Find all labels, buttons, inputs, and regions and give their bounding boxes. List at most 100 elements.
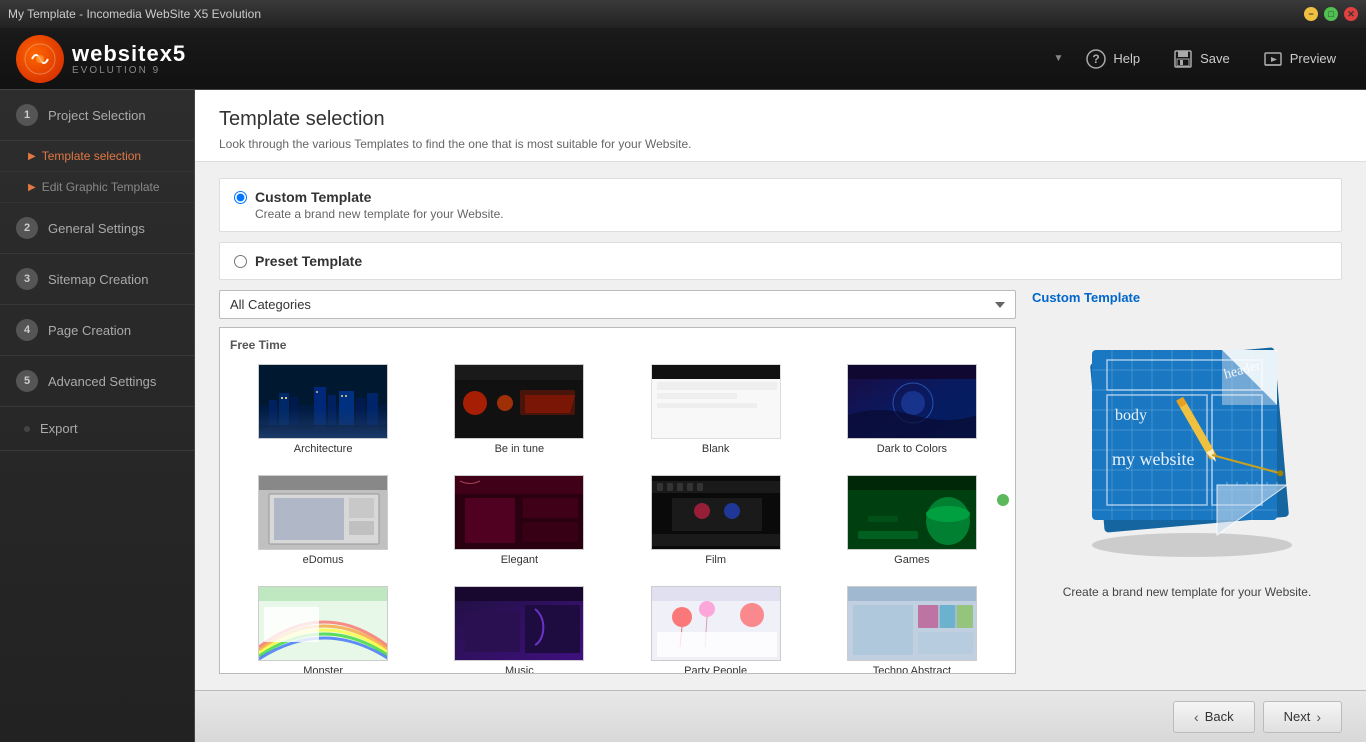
preview-button[interactable]: Preview	[1248, 42, 1350, 76]
step-number-1: 1	[16, 104, 38, 126]
svg-text:my website: my website	[1112, 449, 1195, 469]
svg-text:?: ?	[1093, 52, 1100, 66]
step-number-2: 2	[16, 217, 38, 239]
template-right-panel: Custom Template	[1032, 290, 1342, 674]
sidebar-label-sitemap-creation: Sitemap Creation	[48, 272, 148, 287]
custom-template-radio[interactable]	[234, 191, 247, 204]
template-thumb-technoAbstract	[847, 586, 977, 661]
template-item-beinTune[interactable]: Be in tune	[426, 360, 612, 459]
template-thumb-games	[847, 475, 977, 550]
template-area: All Categories Business Personal Free Ti…	[219, 290, 1342, 674]
help-label: Help	[1113, 51, 1140, 66]
template-item-blank[interactable]: Blank	[623, 360, 809, 459]
sidebar-label-template-selection: Template selection	[42, 149, 141, 163]
custom-template-text: Custom Template Create a brand new templ…	[255, 189, 504, 221]
back-button[interactable]: ‹ Back	[1173, 701, 1255, 733]
template-name-blank: Blank	[702, 443, 730, 455]
scroll-indicator	[997, 494, 1009, 506]
logo-icon	[16, 35, 64, 83]
sidebar-item-edit-graphic-template[interactable]: ▶ Edit Graphic Template	[0, 172, 194, 203]
step-number-4: 4	[16, 319, 38, 341]
save-button[interactable]: Save	[1158, 42, 1244, 76]
template-name-elegant: Elegant	[501, 554, 538, 566]
save-label: Save	[1200, 51, 1230, 66]
sidebar-item-sitemap-creation[interactable]: 3 Sitemap Creation	[0, 254, 194, 305]
preset-template-option[interactable]: Preset Template	[219, 242, 1342, 280]
next-label: Next	[1284, 709, 1311, 724]
svg-text:body: body	[1115, 407, 1147, 424]
preset-template-label: Preset Template	[255, 253, 362, 269]
back-label: Back	[1205, 709, 1234, 724]
template-thumb-architecture	[258, 364, 388, 439]
template-thumb-monster	[258, 586, 388, 661]
template-thumb-edomus	[258, 475, 388, 550]
sub-arrow-icon: ▶	[28, 151, 36, 162]
template-item-games[interactable]: Games	[819, 471, 1005, 570]
template-name-film: Film	[705, 554, 726, 566]
preview-image: header body my website	[1042, 315, 1332, 575]
template-name-darkColors: Dark to Colors	[877, 443, 947, 455]
category-select[interactable]: All Categories Business Personal	[219, 290, 1016, 319]
custom-template-option[interactable]: Custom Template Create a brand new templ…	[219, 178, 1342, 232]
sidebar-item-advanced-settings[interactable]: 5 Advanced Settings	[0, 356, 194, 407]
template-item-monster[interactable]: Monster	[230, 582, 416, 674]
maximize-button[interactable]: □	[1324, 7, 1338, 21]
template-item-elegant[interactable]: Elegant	[426, 471, 612, 570]
template-grid-wrapper[interactable]: Free Time	[219, 327, 1016, 674]
main-layout: 1 Project Selection ▶ Template selection…	[0, 90, 1366, 742]
toolbar: websitex5 EVOLUTION 9 ▼ ? Help	[0, 28, 1366, 90]
template-category-label: Free Time	[230, 338, 1005, 352]
sidebar-label-project-selection: Project Selection	[48, 108, 146, 123]
template-name-beinTune: Be in tune	[495, 443, 545, 455]
sub-arrow2-icon: ▶	[28, 182, 36, 193]
sidebar-item-general-settings[interactable]: 2 General Settings	[0, 203, 194, 254]
content-body: Custom Template Create a brand new templ…	[195, 162, 1366, 690]
preview-icon	[1262, 48, 1284, 70]
dropdown-arrow-icon[interactable]: ▼	[1053, 53, 1063, 64]
template-item-eDomus[interactable]: eDomus	[230, 471, 416, 570]
step-number-5: 5	[16, 370, 38, 392]
template-item-partyPeople[interactable]: Party People	[623, 582, 809, 674]
template-thumb-film	[651, 475, 781, 550]
template-thumb-elegant	[454, 475, 584, 550]
template-item-darkColors[interactable]: Dark to Colors	[819, 360, 1005, 459]
preview-label: Custom Template	[1032, 290, 1140, 305]
sidebar-item-project-selection[interactable]: 1 Project Selection	[0, 90, 194, 141]
preset-template-radio[interactable]	[234, 255, 247, 268]
template-item-technoAbstract[interactable]: Techno Abstract	[819, 582, 1005, 674]
content-header: Template selection Look through the vari…	[195, 90, 1366, 162]
sidebar-label-general-settings: General Settings	[48, 221, 145, 236]
template-name-architecture: Architecture	[294, 443, 353, 455]
template-thumb-partypeople	[651, 586, 781, 661]
template-name-technoAbstract: Techno Abstract	[873, 665, 951, 674]
custom-template-label: Custom Template	[255, 189, 504, 205]
sidebar-item-export[interactable]: Export	[0, 407, 194, 451]
template-item-film[interactable]: Film	[623, 471, 809, 570]
step-number-export	[24, 426, 30, 432]
sidebar: 1 Project Selection ▶ Template selection…	[0, 90, 195, 742]
sidebar-label-edit-graphic: Edit Graphic Template	[42, 180, 160, 194]
page-subtitle: Look through the various Templates to fi…	[219, 137, 1342, 151]
sidebar-item-page-creation[interactable]: 4 Page Creation	[0, 305, 194, 356]
next-arrow-icon: ›	[1316, 709, 1321, 725]
help-button[interactable]: ? Help	[1071, 42, 1154, 76]
back-arrow-icon: ‹	[1194, 709, 1199, 725]
save-icon	[1172, 48, 1194, 70]
template-item-music[interactable]: Music	[426, 582, 612, 674]
template-name-games: Games	[894, 554, 929, 566]
template-left-panel: All Categories Business Personal Free Ti…	[219, 290, 1016, 674]
step-number-3: 3	[16, 268, 38, 290]
next-button[interactable]: Next ›	[1263, 701, 1342, 733]
titlebar: My Template - Incomedia WebSite X5 Evolu…	[0, 0, 1366, 28]
minimize-button[interactable]: −	[1304, 7, 1318, 21]
close-button[interactable]: ✕	[1344, 7, 1358, 21]
preset-template-text: Preset Template	[255, 253, 362, 269]
logo-text-group: websitex5 EVOLUTION 9	[72, 41, 186, 76]
titlebar-controls: − □ ✕	[1304, 7, 1358, 21]
logo-text: websitex5	[72, 41, 186, 67]
template-name-partyPeople: Party People	[684, 665, 747, 674]
template-name-monster: Monster	[303, 665, 343, 674]
sidebar-item-template-selection[interactable]: ▶ Template selection	[0, 141, 194, 172]
template-item-architecture[interactable]: Architecture	[230, 360, 416, 459]
custom-template-desc: Create a brand new template for your Web…	[255, 207, 504, 221]
